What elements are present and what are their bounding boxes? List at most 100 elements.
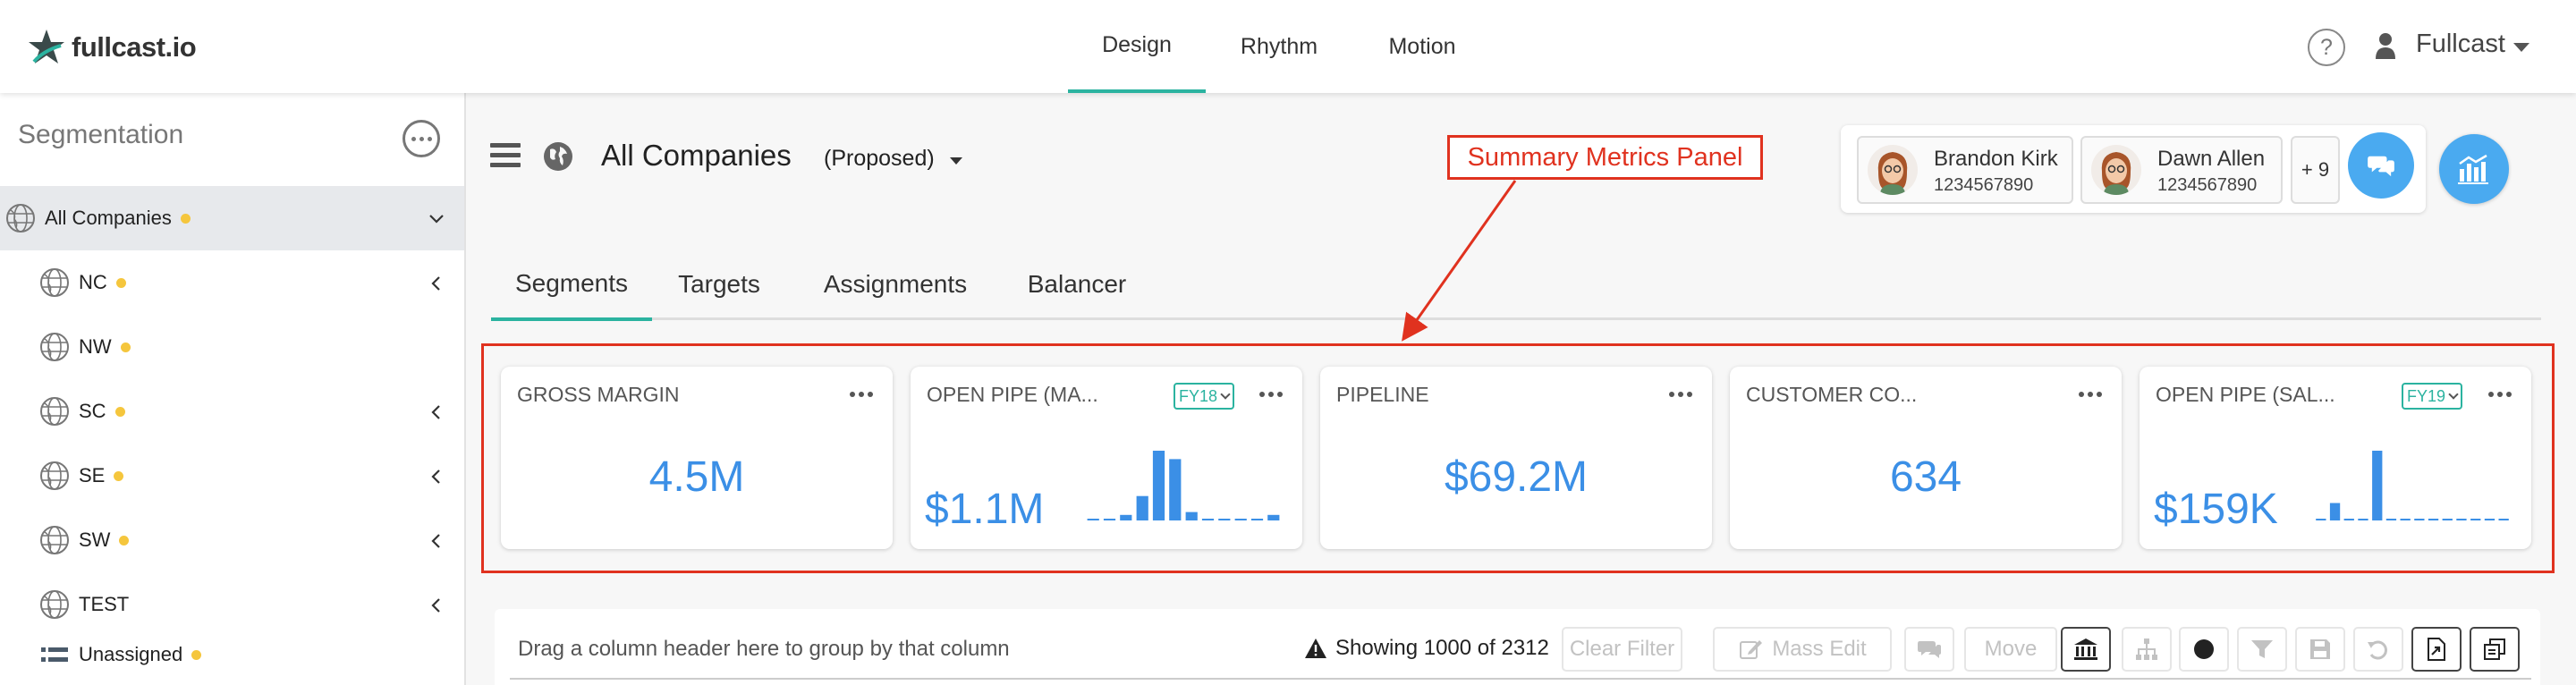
sidebar-item-unassigned[interactable]: Unassigned bbox=[0, 630, 464, 680]
sidebar-item-se[interactable]: SE bbox=[0, 444, 464, 508]
sparkline-bar bbox=[1185, 512, 1198, 520]
bank-button[interactable] bbox=[2061, 627, 2111, 672]
sidebar-item-label: Unassigned bbox=[79, 643, 183, 665]
comment-icon bbox=[1918, 641, 1941, 658]
chevron-down-icon[interactable] bbox=[950, 157, 962, 165]
analytics-button[interactable] bbox=[2439, 134, 2509, 204]
hamburger-menu-icon[interactable] bbox=[490, 143, 521, 168]
status-dot bbox=[120, 342, 131, 352]
sparkline-bar bbox=[1087, 519, 1099, 520]
sidebar-item-nc[interactable]: NC bbox=[0, 250, 464, 315]
sparkline-bar bbox=[2414, 519, 2425, 520]
hierarchy-button[interactable] bbox=[2122, 627, 2172, 672]
collaborator-card[interactable]: Brandon Kirk 1234567890 bbox=[1857, 136, 2073, 204]
logo-star-icon bbox=[29, 30, 64, 63]
export-button[interactable] bbox=[2411, 627, 2462, 672]
sparkline-chart bbox=[2316, 451, 2509, 520]
help-button[interactable]: ? bbox=[2308, 29, 2345, 66]
tab-targets[interactable]: Targets bbox=[657, 249, 781, 320]
collaborator-card[interactable]: Dawn Allen 1234567890 bbox=[2080, 136, 2283, 204]
chevron-left-icon[interactable] bbox=[428, 532, 445, 550]
sidebar-item-sw[interactable]: SW bbox=[0, 508, 464, 572]
comment-button[interactable] bbox=[1904, 627, 1954, 672]
save-button[interactable] bbox=[2295, 627, 2345, 672]
sparkline-bar bbox=[2316, 519, 2326, 520]
nav-rhythm[interactable]: Rhythm bbox=[1225, 0, 1333, 93]
sidebar-item-label: TEST bbox=[79, 593, 130, 615]
warning-icon bbox=[1305, 638, 1326, 658]
sidebar-item-label: NC bbox=[79, 271, 107, 293]
undo-button[interactable] bbox=[2353, 627, 2403, 672]
metric-card[interactable]: CUSTOMER CO... 634 bbox=[1730, 367, 2122, 549]
user-menu-label[interactable]: Fullcast bbox=[2416, 30, 2505, 59]
metric-card[interactable]: PIPELINE $69.2M bbox=[1320, 367, 1712, 549]
nav-motion[interactable]: Motion bbox=[1368, 0, 1476, 93]
copy-icon bbox=[2484, 638, 2505, 660]
sidebar-more-options-icon[interactable] bbox=[402, 120, 440, 157]
fullcast-logo[interactable]: fullcast.io bbox=[25, 25, 197, 70]
group-by-hint: Drag a column header here to group by th… bbox=[518, 637, 1010, 661]
fiscal-year-dropdown[interactable]: FY19 bbox=[2402, 383, 2463, 410]
sparkline-bar bbox=[2498, 519, 2509, 520]
mass-edit-button[interactable]: Mass Edit bbox=[1713, 627, 1892, 672]
more-options-icon[interactable] bbox=[1259, 392, 1283, 397]
collaborator-phone: 1234567890 bbox=[2157, 175, 2258, 195]
save-icon bbox=[2310, 639, 2330, 659]
tab-segments[interactable]: Segments bbox=[491, 249, 652, 321]
sparkline-bar bbox=[2385, 519, 2397, 520]
globe-icon bbox=[6, 204, 35, 233]
sidebar-item-label: SE bbox=[79, 464, 106, 486]
sidebar-item-all-companies[interactable]: All Companies bbox=[0, 186, 464, 250]
move-button[interactable]: Move bbox=[1964, 627, 2057, 672]
sparkline-bar bbox=[1201, 519, 1215, 520]
export-icon bbox=[2428, 638, 2445, 661]
metric-value: 4.5M bbox=[648, 453, 745, 501]
sparkline-bar bbox=[2456, 519, 2467, 520]
sidebar-item-sc[interactable]: SC bbox=[0, 379, 464, 444]
circle-icon bbox=[2194, 639, 2214, 659]
sparkline-bar bbox=[1120, 514, 1132, 520]
filter-button[interactable] bbox=[2237, 627, 2287, 672]
plan-state-dropdown[interactable]: (Proposed) bbox=[824, 146, 935, 172]
chevron-left-icon[interactable] bbox=[428, 275, 445, 292]
more-options-icon[interactable] bbox=[850, 392, 873, 397]
sidebar-item-label: All Companies bbox=[45, 207, 172, 229]
copy-button[interactable] bbox=[2470, 627, 2520, 672]
more-collaborators-count[interactable]: + 9 bbox=[2291, 136, 2340, 204]
chevron-left-icon[interactable] bbox=[428, 468, 445, 486]
bar-chart-icon bbox=[2458, 154, 2488, 184]
more-options-icon[interactable] bbox=[2488, 392, 2512, 397]
sidebar-item-test[interactable]: TEST bbox=[0, 572, 464, 637]
chat-button[interactable] bbox=[2348, 132, 2414, 199]
metric-value: $69.2M bbox=[1444, 453, 1589, 501]
sparkline-bar bbox=[2400, 519, 2411, 520]
clear-filter-button[interactable]: Clear Filter bbox=[1562, 627, 1682, 672]
sidebar-item-nw[interactable]: NW bbox=[0, 315, 464, 379]
user-icon[interactable] bbox=[2375, 32, 2396, 59]
main-tabs: Segments Targets Assignments Balancer bbox=[491, 249, 2541, 321]
record-button[interactable] bbox=[2179, 627, 2229, 672]
more-options-icon[interactable] bbox=[2079, 392, 2102, 397]
edit-icon bbox=[1740, 640, 1763, 659]
mass-edit-label: Mass Edit bbox=[1772, 637, 1867, 661]
metric-card[interactable]: OPEN PIPE (SAL... FY19 $159K bbox=[2140, 367, 2531, 549]
metric-card[interactable]: GROSS MARGIN 4.5M bbox=[501, 367, 893, 549]
tab-assignments[interactable]: Assignments bbox=[801, 249, 990, 320]
tab-balancer[interactable]: Balancer bbox=[1010, 249, 1144, 320]
more-options-icon[interactable] bbox=[1669, 392, 1692, 397]
filter-icon bbox=[2251, 640, 2273, 658]
chevron-left-icon[interactable] bbox=[428, 403, 445, 421]
status-dot bbox=[115, 277, 126, 288]
metric-value: $1.1M bbox=[925, 486, 1045, 533]
status-dot bbox=[180, 213, 191, 224]
sidebar-item-label: SC bbox=[79, 400, 106, 422]
top-nav-bar: fullcast.io Design Rhythm Motion ? Fullc… bbox=[0, 0, 2576, 93]
chevron-down-icon[interactable] bbox=[428, 210, 445, 228]
chevron-down-icon[interactable] bbox=[2513, 43, 2529, 52]
fiscal-year-label: FY18 bbox=[1179, 386, 1218, 405]
sparkline-bar bbox=[1267, 514, 1280, 520]
metric-card[interactable]: OPEN PIPE (MA... FY18 $1.1M bbox=[911, 367, 1302, 549]
chevron-left-icon[interactable] bbox=[428, 596, 445, 614]
nav-design[interactable]: Design bbox=[1068, 0, 1206, 93]
fiscal-year-dropdown[interactable]: FY18 bbox=[1174, 383, 1235, 410]
